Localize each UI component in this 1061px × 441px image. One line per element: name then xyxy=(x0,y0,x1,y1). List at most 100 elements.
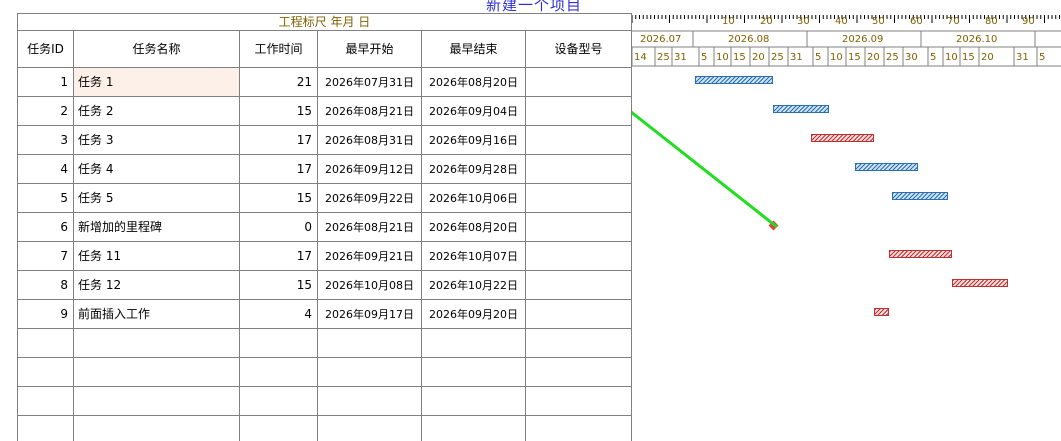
task-start-cell[interactable] xyxy=(318,358,422,387)
col-header-end[interactable]: 最早结束 xyxy=(422,31,526,68)
table-row[interactable]: 5 任务 5 15 2026年09月22日 2026年10月06日 xyxy=(18,184,632,213)
task-device-cell[interactable] xyxy=(526,416,632,441)
task-name-cell[interactable]: 任务 1 xyxy=(74,68,240,97)
table-row[interactable] xyxy=(18,358,632,387)
task-end-cell[interactable]: 2026年08月20日 xyxy=(422,213,526,242)
task-start-cell[interactable]: 2026年08月21日 xyxy=(318,97,422,126)
task-start-cell[interactable]: 2026年08月31日 xyxy=(318,126,422,155)
gantt-bar[interactable] xyxy=(855,163,919,171)
task-end-cell[interactable]: 2026年10月06日 xyxy=(422,184,526,213)
task-duration-cell[interactable]: 0 xyxy=(240,213,318,242)
table-row[interactable]: 2 任务 2 15 2026年08月21日 2026年09月04日 xyxy=(18,97,632,126)
table-row[interactable] xyxy=(18,416,632,441)
table-row[interactable]: 7 任务 11 17 2026年09月21日 2026年10月07日 xyxy=(18,242,632,271)
milestone-marker[interactable] xyxy=(768,220,779,231)
task-end-cell[interactable]: 2026年09月28日 xyxy=(422,155,526,184)
task-device-cell[interactable] xyxy=(526,387,632,416)
task-start-cell[interactable] xyxy=(318,329,422,358)
gantt-bar[interactable] xyxy=(695,76,774,84)
task-end-cell[interactable]: 2026年10月22日 xyxy=(422,271,526,300)
task-name-cell[interactable] xyxy=(74,358,240,387)
task-id-cell[interactable]: 9 xyxy=(18,300,74,329)
task-device-cell[interactable] xyxy=(526,358,632,387)
task-end-cell[interactable] xyxy=(422,416,526,441)
task-id-cell[interactable]: 4 xyxy=(18,155,74,184)
task-id-cell[interactable]: 6 xyxy=(18,213,74,242)
task-end-cell[interactable] xyxy=(422,387,526,416)
task-device-cell[interactable] xyxy=(526,97,632,126)
task-start-cell[interactable] xyxy=(318,387,422,416)
task-id-cell[interactable]: 7 xyxy=(18,242,74,271)
task-name-cell[interactable]: 前面插入工作 xyxy=(74,300,240,329)
task-id-cell[interactable]: 8 xyxy=(18,271,74,300)
task-end-cell[interactable]: 2026年08月20日 xyxy=(422,68,526,97)
table-row[interactable]: 8 任务 12 15 2026年10月08日 2026年10月22日 xyxy=(18,271,632,300)
task-name-cell[interactable] xyxy=(74,387,240,416)
task-end-cell[interactable] xyxy=(422,329,526,358)
task-start-cell[interactable]: 2026年09月17日 xyxy=(318,300,422,329)
task-name-cell[interactable]: 任务 12 xyxy=(74,271,240,300)
task-duration-cell[interactable] xyxy=(240,358,318,387)
table-row[interactable] xyxy=(18,329,632,358)
table-row[interactable] xyxy=(18,387,632,416)
task-duration-cell[interactable]: 15 xyxy=(240,271,318,300)
col-header-start[interactable]: 最早开始 xyxy=(318,31,422,68)
task-duration-cell[interactable] xyxy=(240,416,318,441)
task-start-cell[interactable]: 2026年07月31日 xyxy=(318,68,422,97)
task-device-cell[interactable] xyxy=(526,271,632,300)
task-device-cell[interactable] xyxy=(526,155,632,184)
task-end-cell[interactable] xyxy=(422,358,526,387)
task-name-cell[interactable]: 任务 11 xyxy=(74,242,240,271)
gantt-bar[interactable] xyxy=(888,250,952,258)
table-row[interactable]: 4 任务 4 17 2026年09月12日 2026年09月28日 xyxy=(18,155,632,184)
task-name-cell[interactable]: 新增加的里程碑 xyxy=(74,213,240,242)
col-header-name[interactable]: 任务名称 xyxy=(74,31,240,68)
task-id-cell[interactable]: 3 xyxy=(18,126,74,155)
task-end-cell[interactable]: 2026年09月20日 xyxy=(422,300,526,329)
table-row[interactable]: 9 前面插入工作 4 2026年09月17日 2026年09月20日 xyxy=(18,300,632,329)
task-device-cell[interactable] xyxy=(526,68,632,97)
task-duration-cell[interactable]: 17 xyxy=(240,242,318,271)
task-end-cell[interactable]: 2026年10月07日 xyxy=(422,242,526,271)
task-device-cell[interactable] xyxy=(526,184,632,213)
task-device-cell[interactable] xyxy=(526,300,632,329)
task-start-cell[interactable]: 2026年09月22日 xyxy=(318,184,422,213)
task-end-cell[interactable]: 2026年09月04日 xyxy=(422,97,526,126)
gantt-bar[interactable] xyxy=(773,105,830,113)
task-id-cell[interactable]: 1 xyxy=(18,68,74,97)
task-id-cell[interactable] xyxy=(18,387,74,416)
gantt-bar[interactable] xyxy=(873,308,889,316)
task-duration-cell[interactable]: 15 xyxy=(240,184,318,213)
task-device-cell[interactable] xyxy=(526,213,632,242)
col-header-id[interactable]: 任务ID xyxy=(18,31,74,68)
task-duration-cell[interactable]: 15 xyxy=(240,97,318,126)
task-start-cell[interactable]: 2026年09月12日 xyxy=(318,155,422,184)
task-start-cell[interactable]: 2026年10月08日 xyxy=(318,271,422,300)
task-id-cell[interactable]: 5 xyxy=(18,184,74,213)
col-header-duration[interactable]: 工作时间 xyxy=(240,31,318,68)
task-name-cell[interactable]: 任务 5 xyxy=(74,184,240,213)
col-header-device[interactable]: 设备型号 xyxy=(526,31,632,68)
task-name-cell[interactable] xyxy=(74,329,240,358)
task-duration-cell[interactable]: 21 xyxy=(240,68,318,97)
task-id-cell[interactable] xyxy=(18,416,74,441)
task-name-cell[interactable] xyxy=(74,416,240,441)
task-duration-cell[interactable]: 17 xyxy=(240,126,318,155)
task-start-cell[interactable]: 2026年08月21日 xyxy=(318,213,422,242)
task-duration-cell[interactable]: 4 xyxy=(240,300,318,329)
task-start-cell[interactable]: 2026年09月21日 xyxy=(318,242,422,271)
task-device-cell[interactable] xyxy=(526,126,632,155)
task-device-cell[interactable] xyxy=(526,242,632,271)
task-end-cell[interactable]: 2026年09月16日 xyxy=(422,126,526,155)
task-duration-cell[interactable]: 17 xyxy=(240,155,318,184)
task-id-cell[interactable]: 2 xyxy=(18,97,74,126)
task-duration-cell[interactable] xyxy=(240,387,318,416)
task-id-cell[interactable] xyxy=(18,358,74,387)
gantt-bar[interactable] xyxy=(951,279,1008,287)
task-id-cell[interactable] xyxy=(18,329,74,358)
task-name-cell[interactable]: 任务 3 xyxy=(74,126,240,155)
table-row[interactable]: 3 任务 3 17 2026年08月31日 2026年09月16日 xyxy=(18,126,632,155)
gantt-bar[interactable] xyxy=(892,192,949,200)
gantt-bar[interactable] xyxy=(810,134,874,142)
table-row[interactable]: 6 新增加的里程碑 0 2026年08月21日 2026年08月20日 xyxy=(18,213,632,242)
